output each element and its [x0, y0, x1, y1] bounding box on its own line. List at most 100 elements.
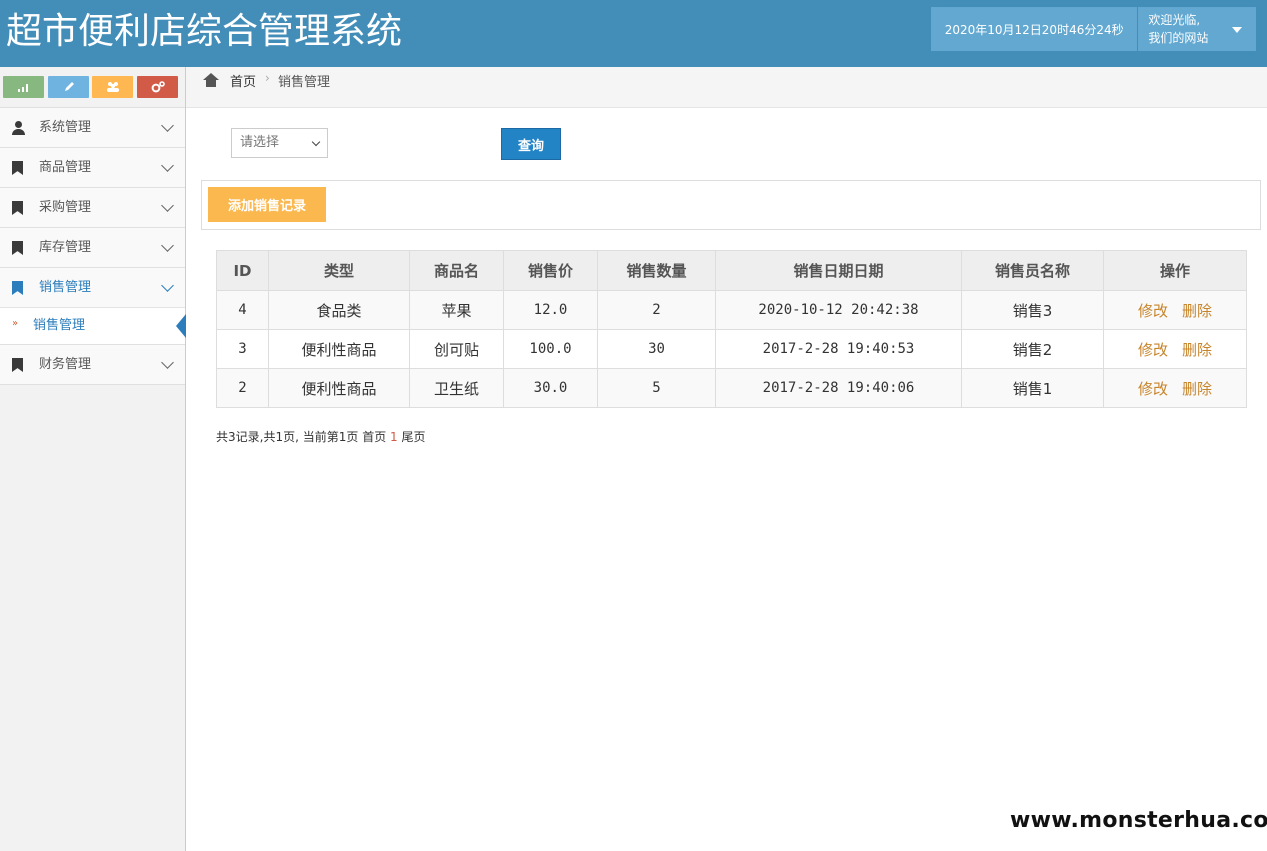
- sales-table: ID 类型 商品名 销售价 销售数量 销售日期日期 销售员名称 操作 4 食品类…: [216, 250, 1247, 408]
- sidebar-divider: [0, 384, 185, 385]
- pagination-last-link[interactable]: 尾页: [402, 430, 426, 444]
- cell-id: 4: [216, 290, 269, 330]
- column-header: 类型: [268, 250, 410, 291]
- cell-price: 30.0: [503, 368, 598, 408]
- edit-link[interactable]: 修改: [1138, 302, 1168, 320]
- users-icon: [106, 82, 119, 92]
- delete-link[interactable]: 删除: [1182, 380, 1212, 398]
- cell-seller: 销售1: [961, 368, 1104, 408]
- pagination-first-link[interactable]: 首页: [362, 430, 386, 444]
- bookmark-icon: [12, 161, 23, 175]
- shortcut-edit-button[interactable]: [48, 76, 89, 98]
- chevron-down-icon: [161, 279, 174, 292]
- user-menu-toggle[interactable]: 欢迎光临, 我们的网站: [1138, 7, 1256, 51]
- table-row: 4 食品类 苹果 12.0 2 2020-10-12 20:42:38 销售3 …: [216, 290, 1247, 330]
- cell-id: 2: [216, 368, 269, 408]
- cell-actions: 修改 删除: [1103, 290, 1247, 330]
- cell-type: 便利性商品: [268, 368, 410, 408]
- pagination-summary: 共3记录,共1页, 当前第1页: [216, 430, 359, 444]
- sidebar-item-label: 库存管理: [39, 240, 92, 255]
- pagination: 共3记录,共1页, 当前第1页 首页 1 尾页: [216, 428, 426, 445]
- add-sales-record-button[interactable]: 添加销售记录: [208, 187, 326, 222]
- delete-link[interactable]: 删除: [1182, 341, 1212, 359]
- cell-qty: 5: [597, 368, 716, 408]
- cell-price: 12.0: [503, 290, 598, 330]
- edit-link[interactable]: 修改: [1138, 341, 1168, 359]
- query-button[interactable]: 查询: [501, 128, 561, 160]
- top-header: 超市便利店综合管理系统 2020年10月12日20时46分24秒 欢迎光临, 我…: [0, 0, 1267, 67]
- chevron-down-icon: [161, 356, 174, 369]
- table-row: 2 便利性商品 卫生纸 30.0 5 2017-2-28 19:40:06 销售…: [216, 368, 1247, 408]
- sidebar-item-inventory[interactable]: 库存管理: [0, 227, 185, 267]
- shortcut-settings-button[interactable]: [137, 76, 178, 98]
- sidebar-item-label: 财务管理: [39, 357, 92, 372]
- cell-qty: 30: [597, 329, 716, 369]
- chevron-down-icon: [161, 199, 174, 212]
- sidebar-item-products[interactable]: 商品管理: [0, 147, 185, 187]
- sidebar: 系统管理 商品管理 采购管理 库存管理 销售管理 » 销售管理 财务管理: [0, 67, 186, 851]
- sidebar-item-label: 系统管理: [39, 120, 92, 135]
- sidebar-item-sales[interactable]: 销售管理: [0, 267, 185, 307]
- home-icon: [203, 73, 219, 87]
- cell-name: 创可贴: [409, 329, 504, 369]
- cell-date: 2017-2-28 19:40:06: [715, 368, 962, 408]
- delete-link[interactable]: 删除: [1182, 302, 1212, 320]
- sidebar-item-system[interactable]: 系统管理: [0, 107, 185, 147]
- edit-link[interactable]: 修改: [1138, 380, 1168, 398]
- chevron-down-icon: [161, 159, 174, 172]
- cell-name: 苹果: [409, 290, 504, 330]
- header-datetime: 2020年10月12日20时46分24秒: [931, 7, 1138, 51]
- watermark: www.monsterhua.com: [1010, 808, 1267, 833]
- app-title: 超市便利店综合管理系统: [6, 11, 403, 52]
- cell-id: 3: [216, 329, 269, 369]
- sidebar-item-purchase[interactable]: 采购管理: [0, 187, 185, 227]
- cell-actions: 修改 删除: [1103, 368, 1247, 408]
- cell-date: 2017-2-28 19:40:53: [715, 329, 962, 369]
- toolbar-panel: 添加销售记录: [201, 180, 1261, 230]
- column-header: 操作: [1103, 250, 1247, 291]
- header-right: 2020年10月12日20时46分24秒 欢迎光临, 我们的网站: [931, 7, 1256, 51]
- cogs-icon: [151, 81, 165, 93]
- cell-type: 便利性商品: [268, 329, 410, 369]
- cell-seller: 销售3: [961, 290, 1104, 330]
- table-row: 3 便利性商品 创可贴 100.0 30 2017-2-28 19:40:53 …: [216, 329, 1247, 369]
- sidebar-subitem-label: 销售管理: [33, 318, 86, 333]
- cell-actions: 修改 删除: [1103, 329, 1247, 369]
- category-select-value: 请选择: [240, 135, 280, 150]
- active-pointer-icon: [176, 314, 186, 338]
- chevron-down-icon: [311, 137, 321, 147]
- bookmark-icon: [12, 241, 23, 255]
- breadcrumb-current: 销售管理: [278, 75, 331, 90]
- column-header: ID: [216, 250, 269, 291]
- column-header: 销售价: [503, 250, 598, 291]
- chevron-down-icon: [161, 119, 174, 132]
- sidebar-item-label: 商品管理: [39, 160, 92, 175]
- bookmark-icon: [12, 281, 23, 295]
- breadcrumb-home-link[interactable]: 首页: [230, 71, 256, 90]
- pagination-current-page[interactable]: 1: [390, 430, 398, 444]
- category-select[interactable]: 请选择: [231, 128, 328, 158]
- chevron-down-icon: [161, 239, 174, 252]
- column-header: 商品名: [409, 250, 504, 291]
- bookmark-icon: [12, 201, 23, 215]
- table-header-row: ID 类型 商品名 销售价 销售数量 销售日期日期 销售员名称 操作: [216, 250, 1247, 291]
- shortcut-users-button[interactable]: [92, 76, 133, 98]
- column-header: 销售数量: [597, 250, 716, 291]
- column-header: 销售日期日期: [715, 250, 962, 291]
- sidebar-menu: 系统管理 商品管理 采购管理 库存管理 销售管理 » 销售管理 财务管理: [0, 107, 186, 385]
- pencil-icon: [64, 82, 74, 91]
- cell-name: 卫生纸: [409, 368, 504, 408]
- cell-price: 100.0: [503, 329, 598, 369]
- sidebar-item-finance[interactable]: 财务管理: [0, 344, 185, 384]
- shortcut-stats-button[interactable]: [3, 76, 44, 98]
- caret-down-icon: [1232, 27, 1242, 33]
- cell-type: 食品类: [268, 290, 410, 330]
- cell-seller: 销售2: [961, 329, 1104, 369]
- double-angle-right-icon: »: [12, 318, 19, 329]
- cell-date: 2020-10-12 20:42:38: [715, 290, 962, 330]
- sidebar-subitem-sales[interactable]: » 销售管理: [0, 307, 186, 344]
- signal-icon: [17, 84, 28, 92]
- sales-table-container: ID 类型 商品名 销售价 销售数量 销售日期日期 销售员名称 操作 4 食品类…: [216, 250, 1247, 408]
- column-header: 销售员名称: [961, 250, 1104, 291]
- cell-qty: 2: [597, 290, 716, 330]
